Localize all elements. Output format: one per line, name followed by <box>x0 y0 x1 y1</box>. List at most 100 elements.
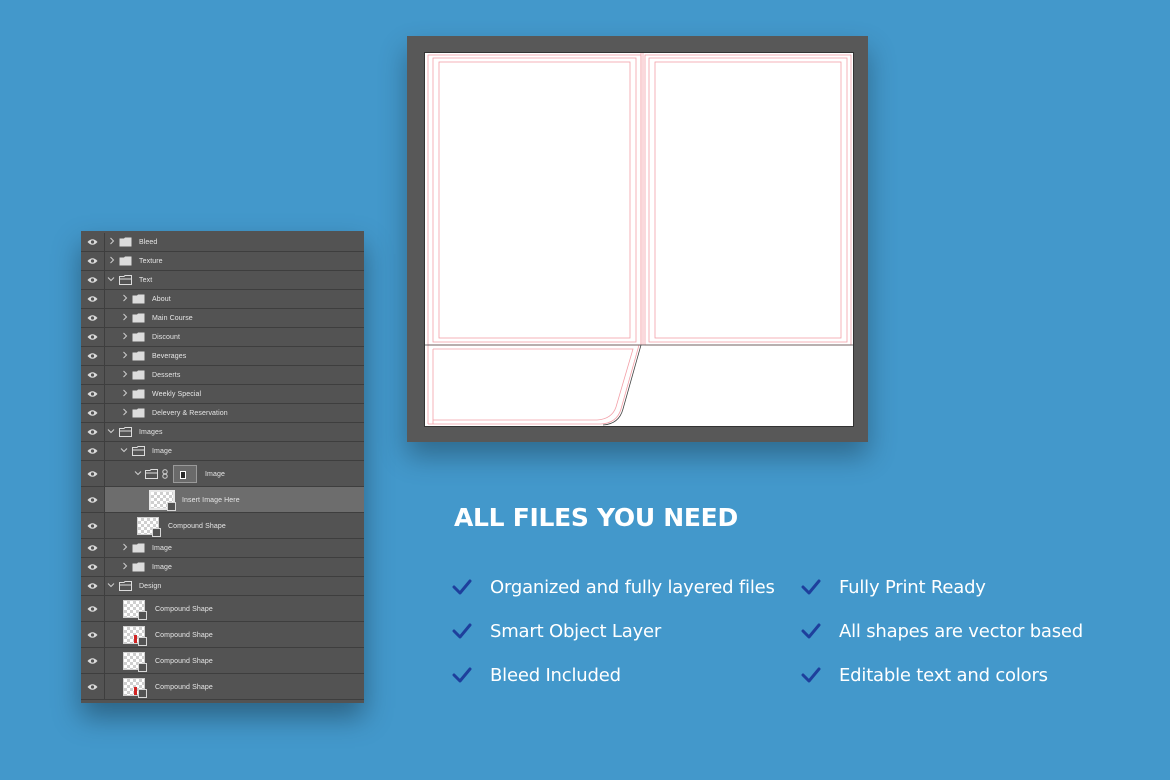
layer-row-compound-shape-2[interactable]: Compound Shape <box>81 596 364 622</box>
chevron-down-icon[interactable] <box>107 275 115 283</box>
layer-row-compound-shape-4[interactable]: Compound Shape <box>81 648 364 674</box>
layers-panel: Bleed Texture Text About Main Course Dis… <box>81 231 364 703</box>
visibility-eye-icon[interactable] <box>87 447 98 455</box>
layer-row-insert-image-here[interactable]: Insert Image Here <box>81 487 364 513</box>
layer-name: Main Course <box>152 315 193 323</box>
shape-thumbnail[interactable] <box>123 599 147 620</box>
layer-name: Beverages <box>152 353 187 361</box>
chevron-right-icon[interactable] <box>121 370 129 378</box>
visibility-eye-icon[interactable] <box>87 657 98 665</box>
feature-item: Editable text and colors <box>801 663 1048 687</box>
folder-icon <box>132 294 145 304</box>
features-heading: ALL FILES YOU NEED <box>454 503 738 532</box>
visibility-eye-icon[interactable] <box>87 295 98 303</box>
visibility-eye-icon[interactable] <box>87 276 98 284</box>
layer-row-weekly-special[interactable]: Weekly Special <box>81 385 364 404</box>
visibility-eye-icon[interactable] <box>87 390 98 398</box>
layer-mask-thumbnail[interactable] <box>173 464 197 483</box>
layer-row-compound-shape[interactable]: Compound Shape <box>81 513 364 539</box>
chevron-down-icon[interactable] <box>107 581 115 589</box>
check-icon <box>452 623 472 639</box>
visibility-eye-icon[interactable] <box>87 352 98 360</box>
canvas-pasteboard <box>407 36 868 442</box>
layer-row-compound-shape-5[interactable]: Compound Shape <box>81 674 364 700</box>
layer-name: Delevery & Reservation <box>152 410 228 418</box>
layer-row-image-3[interactable]: Image <box>81 558 364 577</box>
visibility-eye-icon[interactable] <box>87 257 98 265</box>
shape-thumbnail[interactable] <box>123 625 147 646</box>
layer-row-image-masked[interactable]: Image <box>81 461 364 487</box>
feature-text: All shapes are vector based <box>839 620 1084 642</box>
shape-icon <box>138 662 147 672</box>
folder-open-icon <box>132 446 145 456</box>
feature-item: Smart Object Layer <box>452 619 661 643</box>
visibility-eye-icon[interactable] <box>87 605 98 613</box>
layer-row-main-course[interactable]: Main Course <box>81 309 364 328</box>
chevron-right-icon[interactable] <box>121 332 129 340</box>
layer-row-image-2[interactable]: Image <box>81 539 364 558</box>
chevron-right-icon[interactable] <box>121 294 129 302</box>
feature-text: Fully Print Ready <box>839 576 986 598</box>
visibility-eye-icon[interactable] <box>87 314 98 322</box>
shape-thumbnail[interactable] <box>123 677 147 698</box>
chevron-right-icon[interactable] <box>108 237 116 245</box>
folder-open-icon <box>119 581 132 591</box>
visibility-eye-icon[interactable] <box>87 470 98 478</box>
layer-row-text[interactable]: Text <box>81 271 364 290</box>
check-icon <box>801 667 821 683</box>
visibility-eye-icon[interactable] <box>87 333 98 341</box>
layer-name: Compound Shape <box>155 631 213 639</box>
layer-name: Compound Shape <box>155 605 213 613</box>
layer-row-about[interactable]: About <box>81 290 364 309</box>
layer-name: Design <box>139 583 162 591</box>
layer-row-compound-shape-3[interactable]: Compound Shape <box>81 622 364 648</box>
chevron-right-icon[interactable] <box>121 351 129 359</box>
folder-icon <box>132 389 145 399</box>
chevron-right-icon[interactable] <box>121 313 129 321</box>
layer-row-design[interactable]: Design <box>81 577 364 596</box>
chevron-right-icon[interactable] <box>121 562 129 570</box>
check-icon <box>801 623 821 639</box>
folder-icon <box>132 370 145 380</box>
chevron-right-icon[interactable] <box>121 543 129 551</box>
layer-row-bleed[interactable]: Bleed <box>81 233 364 252</box>
layer-row-texture[interactable]: Texture <box>81 252 364 271</box>
layer-row-image[interactable]: Image <box>81 442 364 461</box>
chevron-down-icon[interactable] <box>120 446 128 454</box>
layer-name: Compound Shape <box>168 522 226 530</box>
folder-icon <box>132 351 145 361</box>
visibility-eye-icon[interactable] <box>87 582 98 590</box>
layer-row-discount[interactable]: Discount <box>81 328 364 347</box>
feature-text: Smart Object Layer <box>490 620 662 642</box>
visibility-eye-icon[interactable] <box>87 631 98 639</box>
shape-thumbnail[interactable] <box>123 651 147 672</box>
feature-text: Editable text and colors <box>839 664 1048 686</box>
chevron-right-icon[interactable] <box>121 389 129 397</box>
layer-name: Discount <box>152 334 181 342</box>
folder-open-icon <box>119 275 132 285</box>
chevron-right-icon[interactable] <box>108 256 116 264</box>
visibility-eye-icon[interactable] <box>87 496 98 504</box>
visibility-eye-icon[interactable] <box>87 428 98 436</box>
visibility-eye-icon[interactable] <box>87 544 98 552</box>
link-icon[interactable] <box>162 468 168 479</box>
chevron-down-icon[interactable] <box>134 469 142 477</box>
layer-name: Images <box>139 429 163 437</box>
document-canvas[interactable] <box>424 52 854 427</box>
layer-row-beverages[interactable]: Beverages <box>81 347 364 366</box>
smart-object-thumbnail[interactable] <box>149 489 176 511</box>
visibility-eye-icon[interactable] <box>87 238 98 246</box>
chevron-right-icon[interactable] <box>121 408 129 416</box>
layer-row-images[interactable]: Images <box>81 423 364 442</box>
layer-row-desserts[interactable]: Desserts <box>81 366 364 385</box>
folder-icon <box>132 562 145 572</box>
visibility-eye-icon[interactable] <box>87 683 98 691</box>
shape-thumbnail[interactable] <box>137 516 161 537</box>
visibility-eye-icon[interactable] <box>87 371 98 379</box>
visibility-eye-icon[interactable] <box>87 522 98 530</box>
visibility-eye-icon[interactable] <box>87 409 98 417</box>
layer-row-delevery-reservation[interactable]: Delevery & Reservation <box>81 404 364 423</box>
chevron-down-icon[interactable] <box>107 427 115 435</box>
layer-name: Texture <box>139 258 163 266</box>
visibility-eye-icon[interactable] <box>87 563 98 571</box>
